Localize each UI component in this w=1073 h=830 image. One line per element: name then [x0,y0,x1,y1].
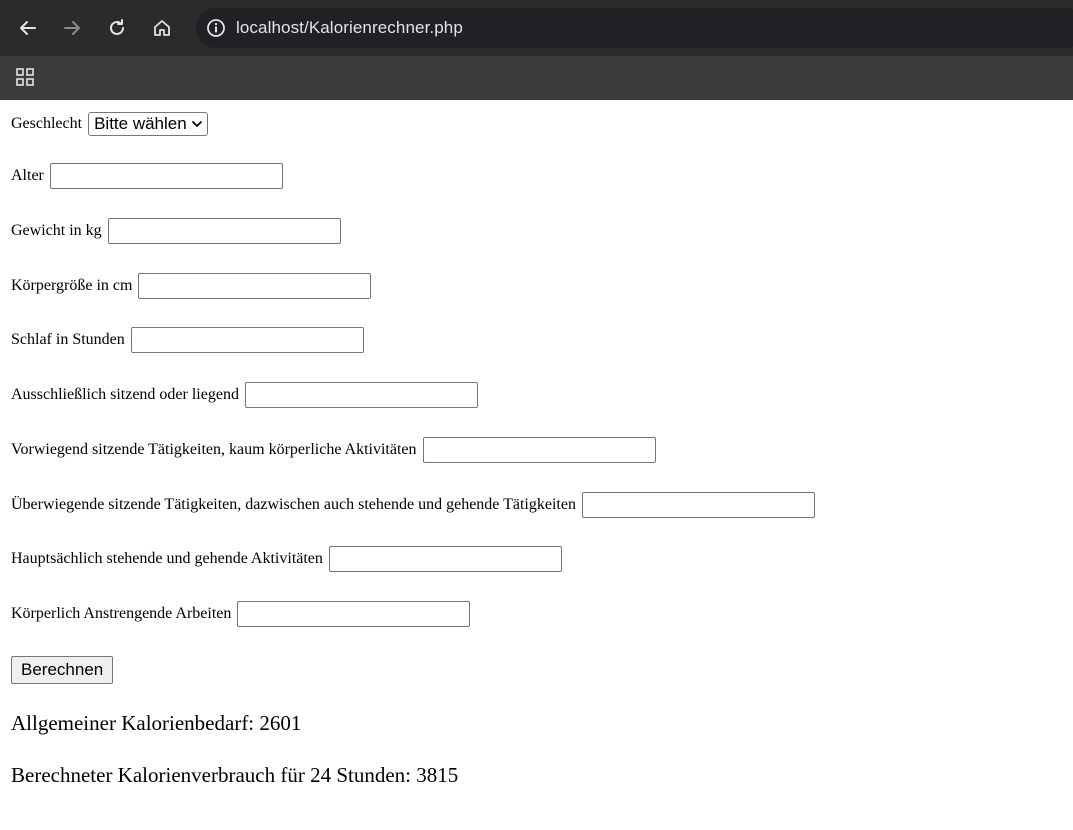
browser-chrome: localhost/Kalorienrechner.php [0,0,1073,100]
apps-grid-icon[interactable] [12,64,38,90]
strenuous-work-input[interactable] [237,601,471,627]
sleep-input[interactable] [130,327,364,353]
age-label: Alter [11,167,44,184]
site-info-icon[interactable] [196,18,236,38]
back-icon[interactable] [12,12,44,44]
mostly-sitting-row: Vorwiegend sitzende Tätigkeiten, kaum kö… [11,437,656,463]
strenuous-work-label: Körperlich Anstrengende Arbeiten [11,605,232,622]
sitting-lying-label: Ausschließlich sitzend oder liegend [11,386,239,403]
reload-icon[interactable] [101,12,133,44]
weight-row: Gewicht in kg [11,218,341,244]
calculate-button[interactable]: Berechnen [11,656,114,684]
submit-row: Berechnen [11,656,114,684]
age-input[interactable] [49,163,283,189]
gender-label: Geschlecht [11,115,83,132]
sitting-standing-row: Überwiegende sitzende Tätigkeiten, dazwi… [11,492,815,518]
height-label: Körpergröße in cm [11,277,133,294]
standing-walking-input[interactable] [328,546,562,572]
standing-walking-label: Hauptsächlich stehende und gehende Aktiv… [11,550,323,567]
height-input[interactable] [138,273,372,299]
computed-calorie-result: Berechneter Kalorienverbrauch für 24 Stu… [11,763,459,787]
standing-walking-row: Hauptsächlich stehende und gehende Aktiv… [11,546,562,572]
weight-input[interactable] [107,218,341,244]
strenuous-work-row: Körperlich Anstrengende Arbeiten [11,601,471,627]
weight-label: Gewicht in kg [11,222,102,239]
bookmarks-bar [0,56,1073,100]
sitting-lying-row: Ausschließlich sitzend oder liegend [11,382,478,408]
sleep-row: Schlaf in Stunden [11,327,364,353]
mostly-sitting-label: Vorwiegend sitzende Tätigkeiten, kaum kö… [11,441,417,458]
gender-select[interactable]: Bitte wählen [88,112,208,136]
height-row: Körpergröße in cm [11,273,372,299]
chevron-down-icon [191,118,203,130]
sitting-lying-input[interactable] [244,382,478,408]
sitting-standing-label: Überwiegende sitzende Tätigkeiten, dazwi… [11,496,576,513]
home-icon[interactable] [146,12,178,44]
browser-toolbar: localhost/Kalorienrechner.php [0,0,1073,56]
url-text: localhost/Kalorienrechner.php [236,18,463,37]
gender-select-value: Bitte wählen [94,114,187,133]
general-calorie-result: Allgemeiner Kalorienbedarf: 2601 [11,711,302,735]
age-row: Alter [11,163,283,189]
forward-icon[interactable] [56,12,88,44]
gender-row: Geschlecht Bitte wählen [11,112,208,136]
sleep-label: Schlaf in Stunden [11,331,125,348]
sitting-standing-input[interactable] [581,492,815,518]
address-bar[interactable]: localhost/Kalorienrechner.php [196,8,1073,48]
mostly-sitting-input[interactable] [422,437,656,463]
